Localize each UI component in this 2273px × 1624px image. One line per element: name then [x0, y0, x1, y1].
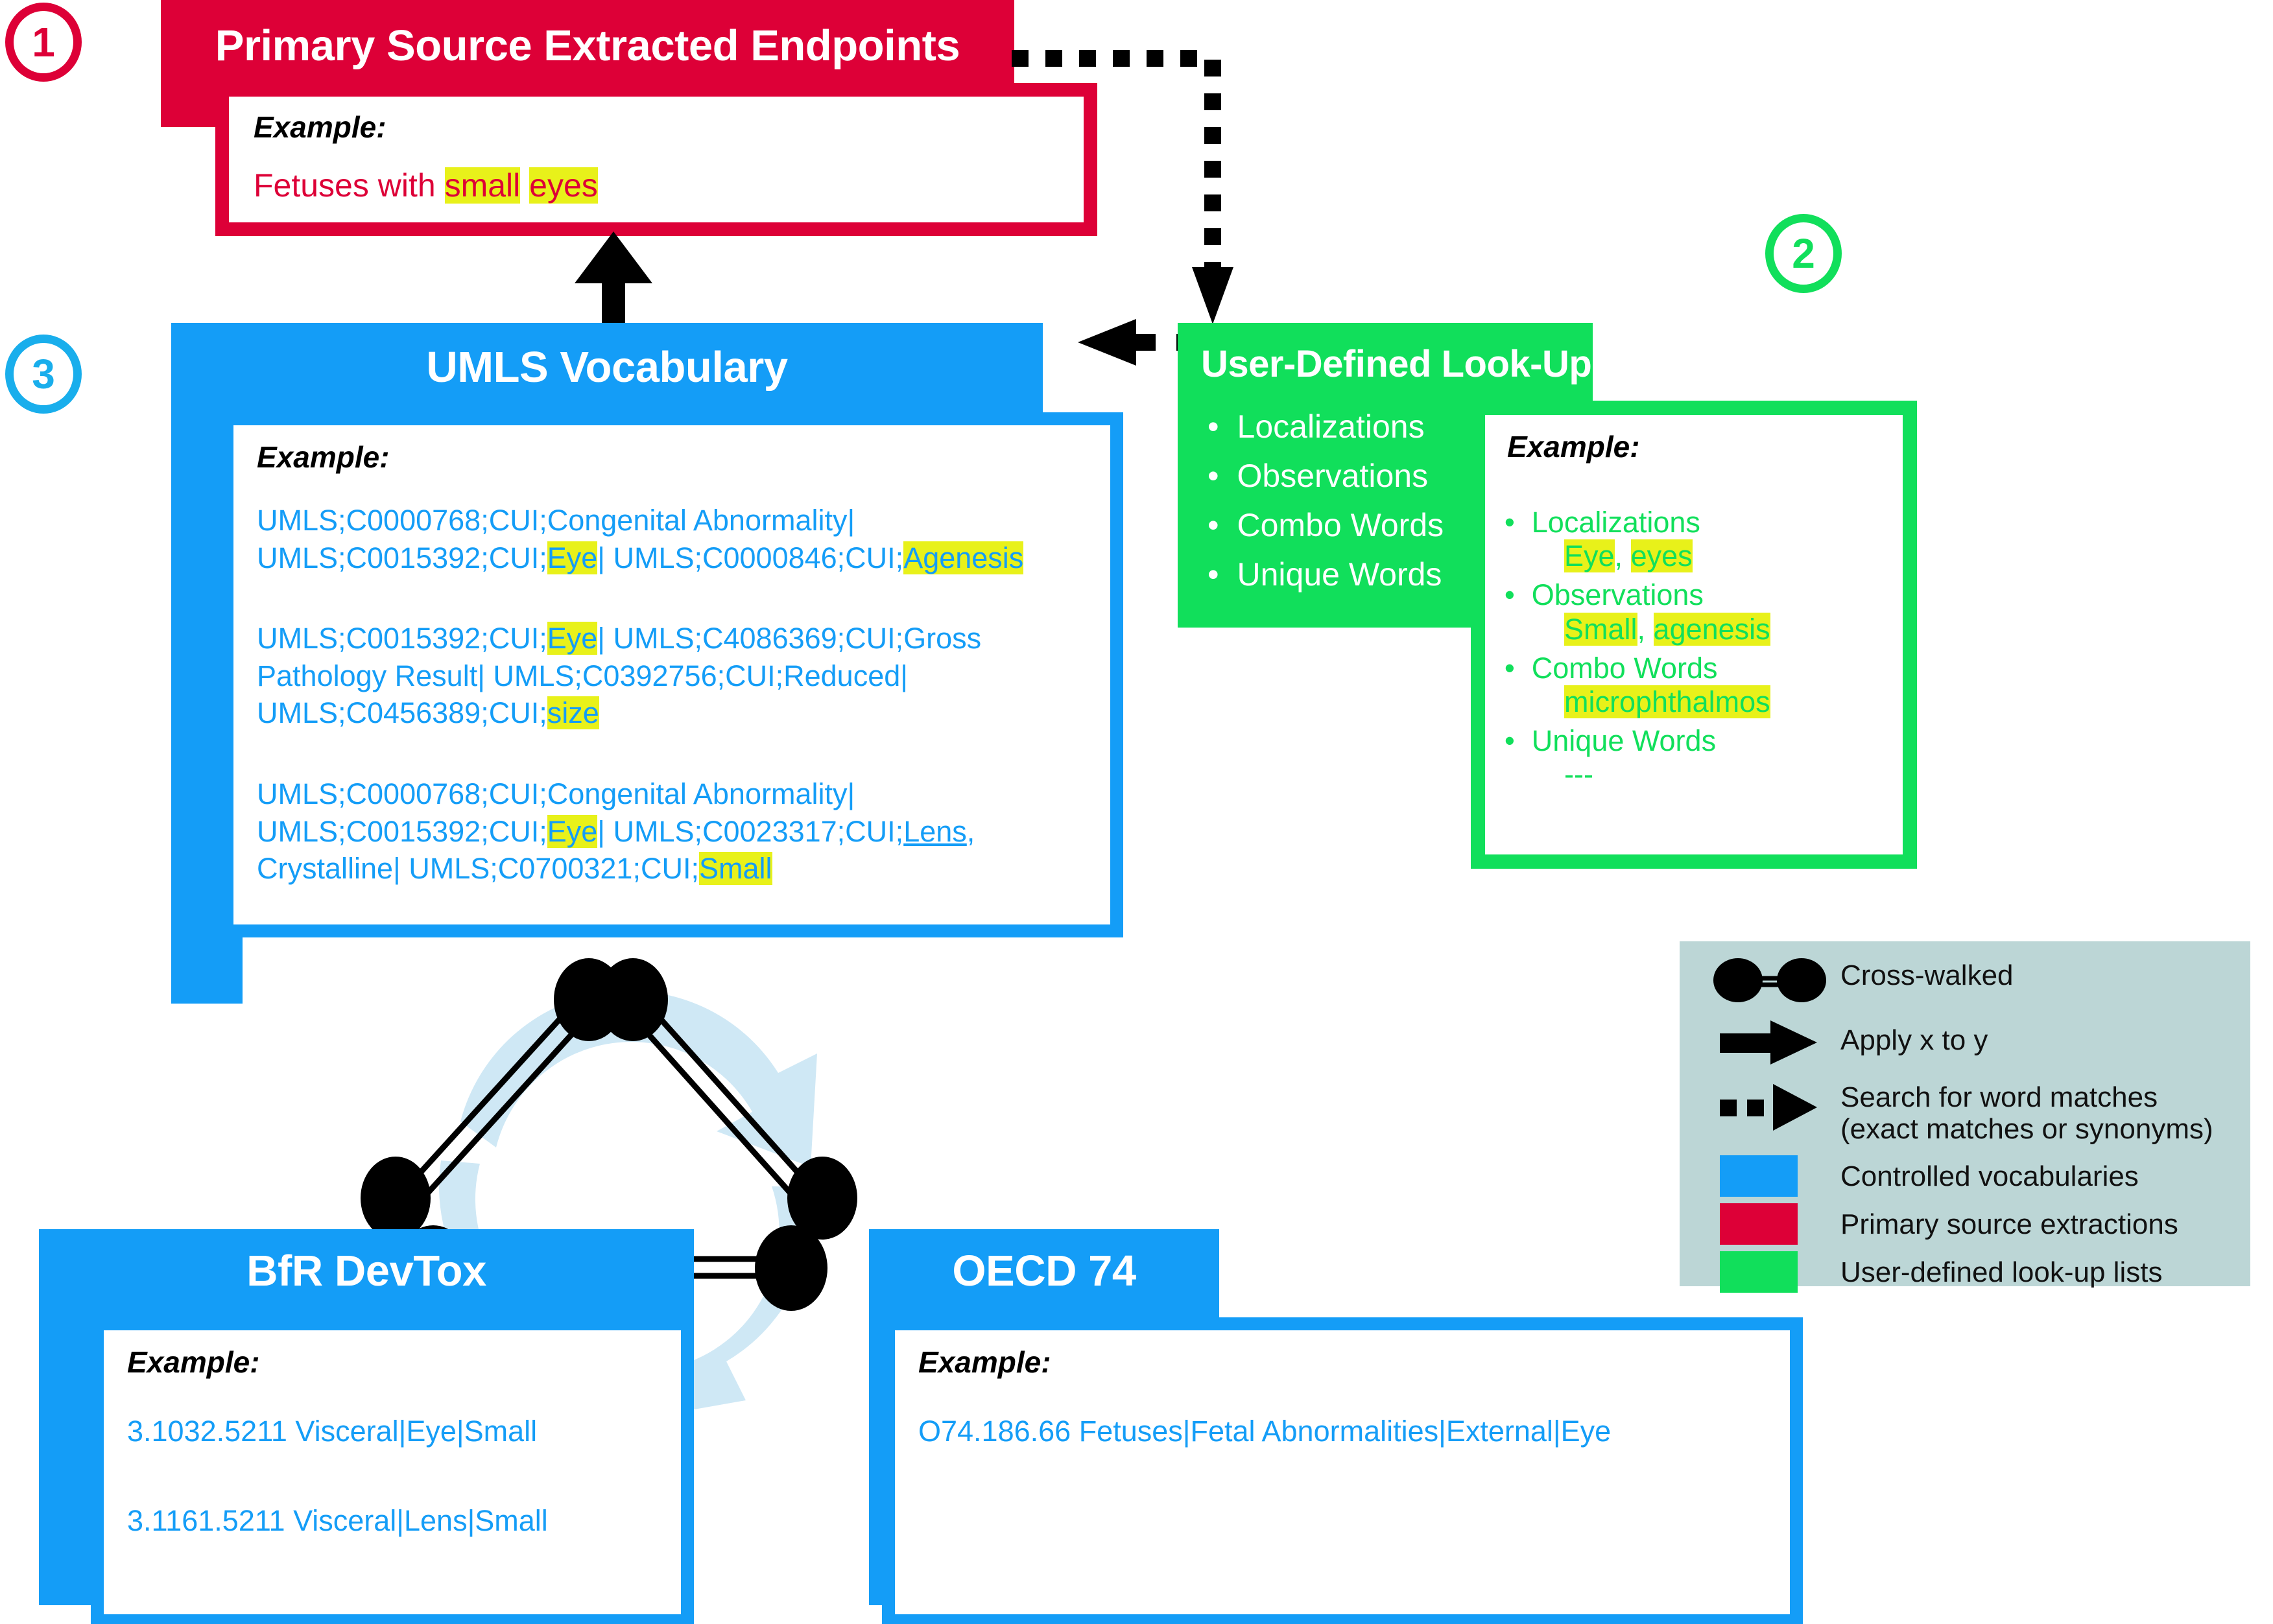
- legend-label: User-defined look-up lists: [1840, 1256, 2163, 1288]
- legend-label: Primary source extractions: [1840, 1208, 2178, 1240]
- bfr-line: 3.1032.5211 Visceral|Eye|Small: [127, 1415, 538, 1448]
- blue-swatch-icon: [1720, 1155, 1798, 1197]
- red-swatch-icon: [1720, 1203, 1798, 1245]
- bullet-icon: •: [1208, 408, 1219, 445]
- underlined-term: Lens: [903, 814, 967, 848]
- text-run: | UMLS;C0000846;CUI;: [597, 541, 904, 574]
- group-label: Combo Words: [1531, 651, 1718, 685]
- lookup-example-group: • Localizations Eye, eyes: [1505, 506, 1920, 573]
- umls-example-panel: Example: UMLS;C0000768;CUI;Congenital Ab…: [220, 412, 1123, 937]
- bfr-line: 3.1161.5211 Visceral|Lens|Small: [127, 1504, 548, 1537]
- bfr-example-panel: Example: 3.1032.5211 Visceral|Eye|Small …: [91, 1317, 694, 1624]
- oecd-title: OECD 74: [952, 1247, 1136, 1295]
- bullet-icon: •: [1505, 724, 1515, 758]
- highlighted-term: eyes: [529, 167, 598, 204]
- dotted-arrow-red-to-green: [1012, 50, 1233, 324]
- bullet-icon: •: [1505, 506, 1515, 539]
- group-label: Unique Words: [1531, 724, 1717, 758]
- step-number: 3: [32, 351, 55, 397]
- highlighted-term: Small: [1564, 612, 1637, 646]
- step-circle-3: 3: [5, 335, 82, 414]
- umls-entry: UMLS;C0015392;CUI;Eye| UMLS;C4086369;CUI…: [257, 620, 1113, 732]
- bullet-icon: •: [1505, 578, 1515, 612]
- umls-entry: UMLS;C0000768;CUI;Congenital Abnormality…: [257, 775, 1113, 888]
- primary-source-example-panel: Example: Fetuses with small eyes: [215, 83, 1097, 236]
- lookup-example-panel: Example: • Localizations Eye, eyes • Obser…: [1471, 401, 1917, 869]
- highlighted-term: Agenesis: [903, 541, 1024, 574]
- legend-box: Cross-walked Apply x to y Search for wor…: [1680, 941, 2250, 1293]
- primary-source-title: Primary Source Extracted Endpoints: [215, 21, 960, 70]
- solid-arrow-umls-to-primary: [575, 231, 652, 334]
- text-run: ---: [1564, 758, 1593, 792]
- step-number: 1: [32, 19, 55, 65]
- text-run: | UMLS;C0023317;CUI;: [597, 814, 904, 848]
- highlighted-term: Eye: [547, 622, 598, 655]
- legend-label: Cross-walked: [1840, 959, 2014, 991]
- highlighted-term: eyes: [1630, 539, 1693, 573]
- text-run: ,: [1614, 539, 1631, 573]
- umls-title: UMLS Vocabulary: [426, 343, 788, 392]
- primary-source-example-text: Fetuses with small eyes: [254, 167, 598, 204]
- bullet-icon: •: [1505, 651, 1515, 685]
- lookup-example-group: • Unique Words ---: [1505, 724, 1920, 792]
- text-run: [520, 167, 529, 204]
- diagram-canvas: 1 Primary Source Extracted Endpoints Exa…: [0, 0, 2273, 1624]
- solid-arrow-icon: [1720, 1020, 1817, 1065]
- oecd-example-panel: Example: O74.186.66 Fetuses|Fetal Abnorm…: [882, 1317, 1803, 1624]
- umls-entry: UMLS;C0000768;CUI;Congenital Abnormality…: [257, 502, 1113, 576]
- bfr-title: BfR DevTox: [246, 1247, 486, 1295]
- step-number: 2: [1792, 230, 1815, 277]
- text-run: ,: [1637, 612, 1654, 646]
- legend-label: Apply x to y: [1840, 1024, 1988, 1056]
- highlighted-term: size: [547, 696, 599, 730]
- highlighted-term: Small: [698, 852, 772, 886]
- group-label: Observations: [1531, 578, 1704, 612]
- green-swatch-icon: [1720, 1251, 1798, 1293]
- dotted-arrow-icon: [1720, 1084, 1817, 1131]
- lookup-example-group: • Observations Small, agenesis: [1505, 578, 1920, 646]
- step-circle-1: 1: [5, 3, 82, 82]
- highlighted-term: Eye: [547, 541, 598, 574]
- umls-example-label: Example:: [257, 440, 390, 474]
- highlighted-term: small: [444, 167, 521, 204]
- step-circle-2: 2: [1765, 214, 1842, 293]
- bullet-icon: •: [1208, 507, 1219, 543]
- oecd-line: O74.186.66 Fetuses|Fetal Abnormalities|E…: [918, 1415, 1612, 1448]
- lookup-example-group: • Combo Words microphthalmos: [1505, 652, 1920, 719]
- bfr-example-label: Example:: [127, 1345, 260, 1379]
- bullet-icon: •: [1208, 458, 1219, 494]
- lookup-example-groups: • Localizations Eye, eyes • Observations S…: [1505, 506, 1920, 792]
- text-run: UMLS;C0015392;CUI;: [257, 622, 547, 655]
- lookup-example-label: Example:: [1507, 430, 1640, 464]
- highlighted-term: Eye: [1564, 539, 1615, 573]
- group-label: Localizations: [1531, 506, 1700, 539]
- highlighted-term: microphthalmos: [1564, 685, 1770, 718]
- legend-label: Controlled vocabularies: [1840, 1160, 2139, 1192]
- highlighted-term: agenesis: [1653, 612, 1770, 646]
- lookup-title: User-Defined Look-Up Lists:: [1201, 343, 1700, 385]
- cross-walked-icon: [1713, 958, 1826, 1002]
- text-run: Fetuses with: [254, 167, 445, 204]
- highlighted-term: Eye: [547, 814, 598, 848]
- legend-label: Search for word matches (exact matches o…: [1840, 1081, 2213, 1146]
- bullet-icon: •: [1208, 556, 1219, 593]
- primary-source-example-label: Example:: [254, 110, 387, 144]
- oecd-example-label: Example:: [918, 1345, 1051, 1379]
